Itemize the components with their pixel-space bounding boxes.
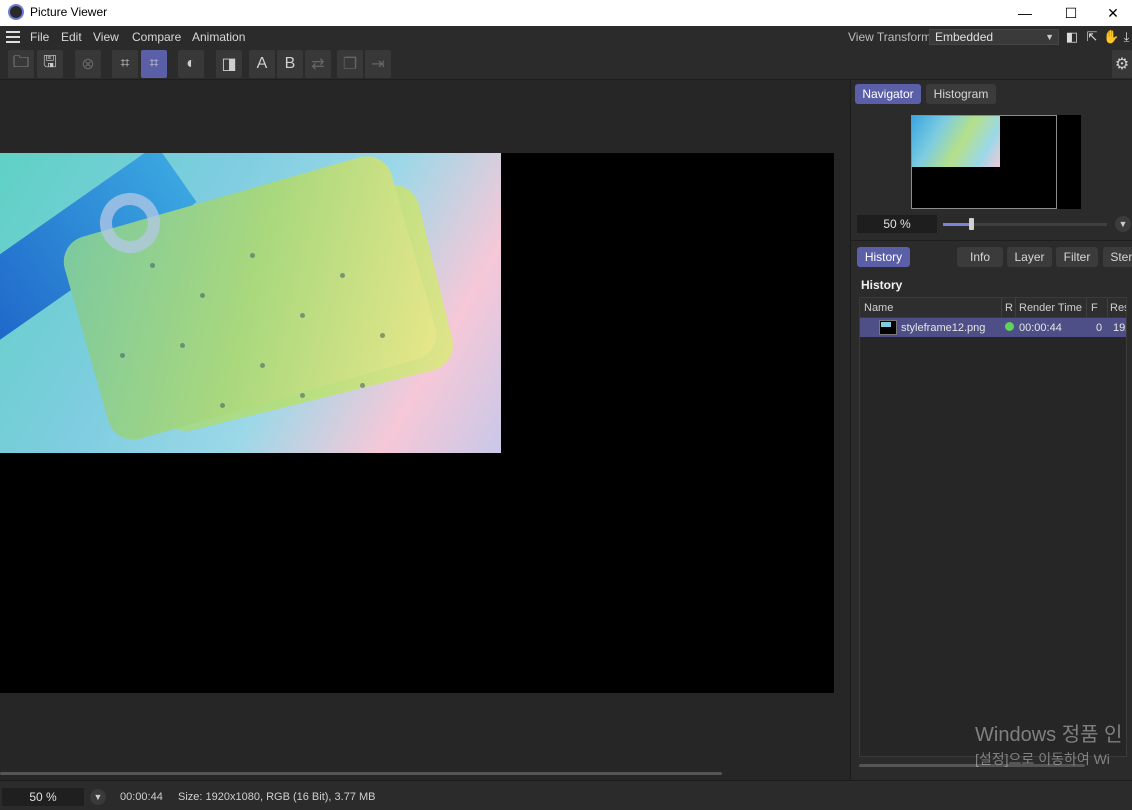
minimize-button[interactable]: — xyxy=(1002,0,1048,26)
row-render-time: 00:00:44 xyxy=(1019,322,1062,334)
history-table: Name R Render Time F Reso styleframe12.p… xyxy=(859,297,1127,757)
hamburger-menu-icon[interactable] xyxy=(6,31,20,43)
zoom-dropdown-chevron-icon[interactable]: ▼ xyxy=(90,789,106,805)
col-frame[interactable]: F xyxy=(1091,302,1098,314)
export-icon[interactable]: ⇥ xyxy=(365,50,391,78)
row-thumbnail xyxy=(879,320,897,335)
stop-render-icon[interactable]: ⊗ xyxy=(75,50,101,78)
navigator-zoom-slider[interactable] xyxy=(943,223,1107,226)
status-size-info: Size: 1920x1080, RGB (16 Bit), 3.77 MB xyxy=(178,791,376,803)
title-bar: Picture Viewer — ☐ ✕ xyxy=(0,0,1132,26)
col-render-time[interactable]: Render Time xyxy=(1019,302,1082,314)
menu-compare[interactable]: Compare xyxy=(132,30,181,44)
view-transform-value: Embedded xyxy=(935,30,994,44)
side-panel: Navigator Histogram 50 % ▼ History Info … xyxy=(850,80,1132,780)
b-icon[interactable]: B xyxy=(277,50,303,78)
navigator-preview[interactable] xyxy=(911,115,1057,209)
tab-histogram[interactable]: Histogram xyxy=(926,84,996,104)
interactive-region-icon[interactable]: ⌗ xyxy=(141,50,167,78)
swap-icon[interactable]: ⇄ xyxy=(305,50,331,78)
close-button[interactable]: ✕ xyxy=(1094,0,1132,26)
tab-filter[interactable]: Filter xyxy=(1056,247,1098,267)
view-transform-select[interactable]: Embedded ▼ xyxy=(929,29,1059,45)
menu-edit[interactable]: Edit xyxy=(61,30,82,44)
layer-copy-icon[interactable]: ❐ xyxy=(337,50,363,78)
region-render-icon[interactable]: ⌗ xyxy=(112,50,138,78)
chevron-down-icon: ▼ xyxy=(1045,32,1054,42)
ab-compare-icon[interactable]: ◨ xyxy=(216,50,242,78)
menu-animation[interactable]: Animation xyxy=(192,30,245,44)
history-table-header: Name R Render Time F Reso xyxy=(860,298,1126,318)
history-heading: History xyxy=(861,278,903,292)
status-bar: 50 % ▼ 00:00:44 Size: 1920x1080, RGB (16… xyxy=(0,780,1132,810)
tab-stereo[interactable]: Stereo xyxy=(1103,247,1132,267)
view-transform-label: View Transform xyxy=(848,30,932,44)
row-resolution: 192 xyxy=(1113,322,1126,334)
b-label: B xyxy=(284,55,296,72)
a-label: A xyxy=(256,55,268,72)
image-viewport[interactable] xyxy=(0,80,850,780)
a-icon[interactable]: A xyxy=(249,50,275,78)
watermark-line-2: [설정]으로 이동하여 Wi xyxy=(975,751,1110,767)
pin-icon[interactable]: ⤓ xyxy=(1121,29,1132,45)
windows-activation-watermark: Windows 정품 인 [설정]으로 이동하여 Wi xyxy=(975,718,1122,769)
navigator-margin xyxy=(1057,115,1081,209)
row-frame: 0 xyxy=(1096,322,1103,334)
col-render-status[interactable]: R xyxy=(1005,302,1013,314)
status-zoom-field[interactable]: 50 % xyxy=(2,788,84,806)
menu-view[interactable]: View xyxy=(93,30,119,44)
navigator-zoom-field[interactable]: 50 % xyxy=(857,215,937,233)
row-name: styleframe12.png xyxy=(901,322,986,334)
viewport-horizontal-scrollbar[interactable] xyxy=(0,772,722,775)
navigator-thumbnail xyxy=(912,116,1000,167)
tab-navigator[interactable]: Navigator xyxy=(855,84,921,104)
col-name[interactable]: Name xyxy=(864,302,893,314)
hand-pan-icon[interactable]: ✋ xyxy=(1103,29,1119,45)
zoom-slider-handle[interactable] xyxy=(968,218,974,230)
tab-layer[interactable]: Layer xyxy=(1007,247,1052,267)
rendered-image xyxy=(0,153,501,453)
detach-window-icon[interactable]: ⇱ xyxy=(1084,29,1100,45)
cinema4d-app-icon xyxy=(8,4,24,20)
status-render-time: 00:00:44 xyxy=(120,791,163,803)
watermark-line-1: Windows 정품 인 xyxy=(975,724,1123,746)
open-folder-icon[interactable]: 🗀 xyxy=(8,50,34,78)
window-title: Picture Viewer xyxy=(30,5,108,19)
table-row[interactable]: styleframe12.png 00:00:44 0 192 xyxy=(860,318,1126,337)
maximize-button[interactable]: ☐ xyxy=(1048,0,1094,26)
menu-file[interactable]: File xyxy=(30,30,49,44)
settings-gear-icon[interactable]: ⚙ xyxy=(1112,50,1132,78)
panel-layout-icon[interactable]: ◧ xyxy=(1064,29,1080,45)
render-status-icon xyxy=(1005,322,1014,331)
panel-divider xyxy=(851,240,1132,241)
save-icon[interactable]: 🖫 xyxy=(37,50,63,78)
zoom-menu-chevron-icon[interactable]: ▼ xyxy=(1115,216,1131,232)
col-resolution[interactable]: Reso xyxy=(1110,302,1126,314)
contrast-icon[interactable]: ◐ xyxy=(178,50,204,78)
tab-info[interactable]: Info xyxy=(957,247,1003,267)
zoom-slider-fill xyxy=(943,223,971,226)
toolbar: 🗀 🖫 ⊗ ⌗ ⌗ ◐ ◨ A B ⇄ ❐ ⇥ ⚙ xyxy=(0,48,1132,80)
menu-bar: File Edit View Compare Animation View Tr… xyxy=(0,26,1132,48)
tab-history[interactable]: History xyxy=(857,247,910,267)
